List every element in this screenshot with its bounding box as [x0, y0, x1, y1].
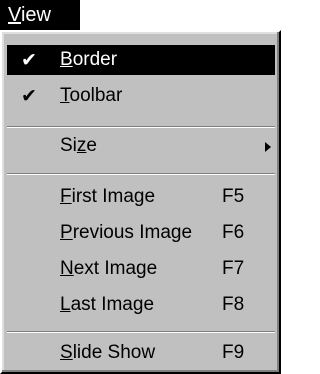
mnemonic-letter: N: [60, 258, 74, 279]
checkmark-icon: ✔: [21, 49, 37, 71]
menu-separator: [7, 173, 275, 175]
menu-item-label: Border: [60, 45, 117, 75]
menu-item-next-image[interactable]: Next Image F7: [7, 254, 275, 284]
label-rest: oolbar: [69, 85, 123, 106]
label-rest: revious Image: [72, 222, 193, 243]
view-menu-title-rest: iew: [20, 4, 51, 26]
menu-item-label: Last Image: [60, 290, 154, 320]
menu-item-last-image[interactable]: Last Image F8: [7, 290, 275, 320]
mnemonic-letter: T: [60, 85, 70, 106]
mnemonic-letter: S: [60, 342, 73, 363]
menu-item-previous-image[interactable]: Previous Image F6: [7, 218, 275, 248]
shortcut-label: F8: [222, 294, 245, 315]
label-pre: Si: [60, 135, 77, 156]
label-rest: e: [86, 135, 97, 156]
shortcut-label: F6: [222, 222, 245, 243]
mnemonic-letter: P: [60, 222, 73, 243]
menu-item-label: Previous Image: [60, 218, 192, 248]
menu-item-label: Slide Show: [60, 338, 155, 368]
menu-item-label: Size: [60, 131, 97, 161]
shortcut-label: F5: [222, 186, 245, 207]
menu-item-label: Toolbar: [60, 81, 122, 111]
label-rest: order: [72, 49, 118, 70]
label-rest: lide Show: [72, 342, 156, 363]
menu-item-toolbar[interactable]: ✔ Toolbar: [7, 81, 275, 111]
mnemonic-letter: B: [60, 49, 73, 70]
menu-separator: [7, 331, 275, 333]
menu-item-slide-show[interactable]: Slide Show F9: [7, 338, 275, 368]
menu-item-size[interactable]: Size: [7, 131, 275, 161]
mnemonic-letter: L: [60, 294, 71, 315]
menu-item-first-image[interactable]: First Image F5: [7, 182, 275, 212]
menu-item-label: Next Image: [60, 254, 157, 284]
menu-separator: [7, 126, 275, 128]
menu-item-label: First Image: [60, 182, 155, 212]
menu-item-border[interactable]: ✔ Border: [7, 45, 275, 75]
label-rest: ast Image: [70, 294, 155, 315]
mnemonic-letter: F: [60, 186, 72, 207]
view-dropdown-menu: ✔ Border ✔ Toolbar Size First Image F5 P…: [0, 30, 281, 374]
shortcut-label: F7: [222, 258, 245, 279]
checkmark-icon: ✔: [21, 85, 37, 107]
view-menu-title[interactable]: View: [0, 0, 80, 30]
label-rest: ext Image: [73, 258, 158, 279]
shortcut-label: F9: [222, 342, 245, 363]
label-rest: irst Image: [71, 186, 156, 207]
submenu-arrow-icon: [265, 142, 271, 152]
mnemonic-letter: z: [76, 135, 87, 156]
view-menu-mnemonic: V: [8, 4, 21, 26]
